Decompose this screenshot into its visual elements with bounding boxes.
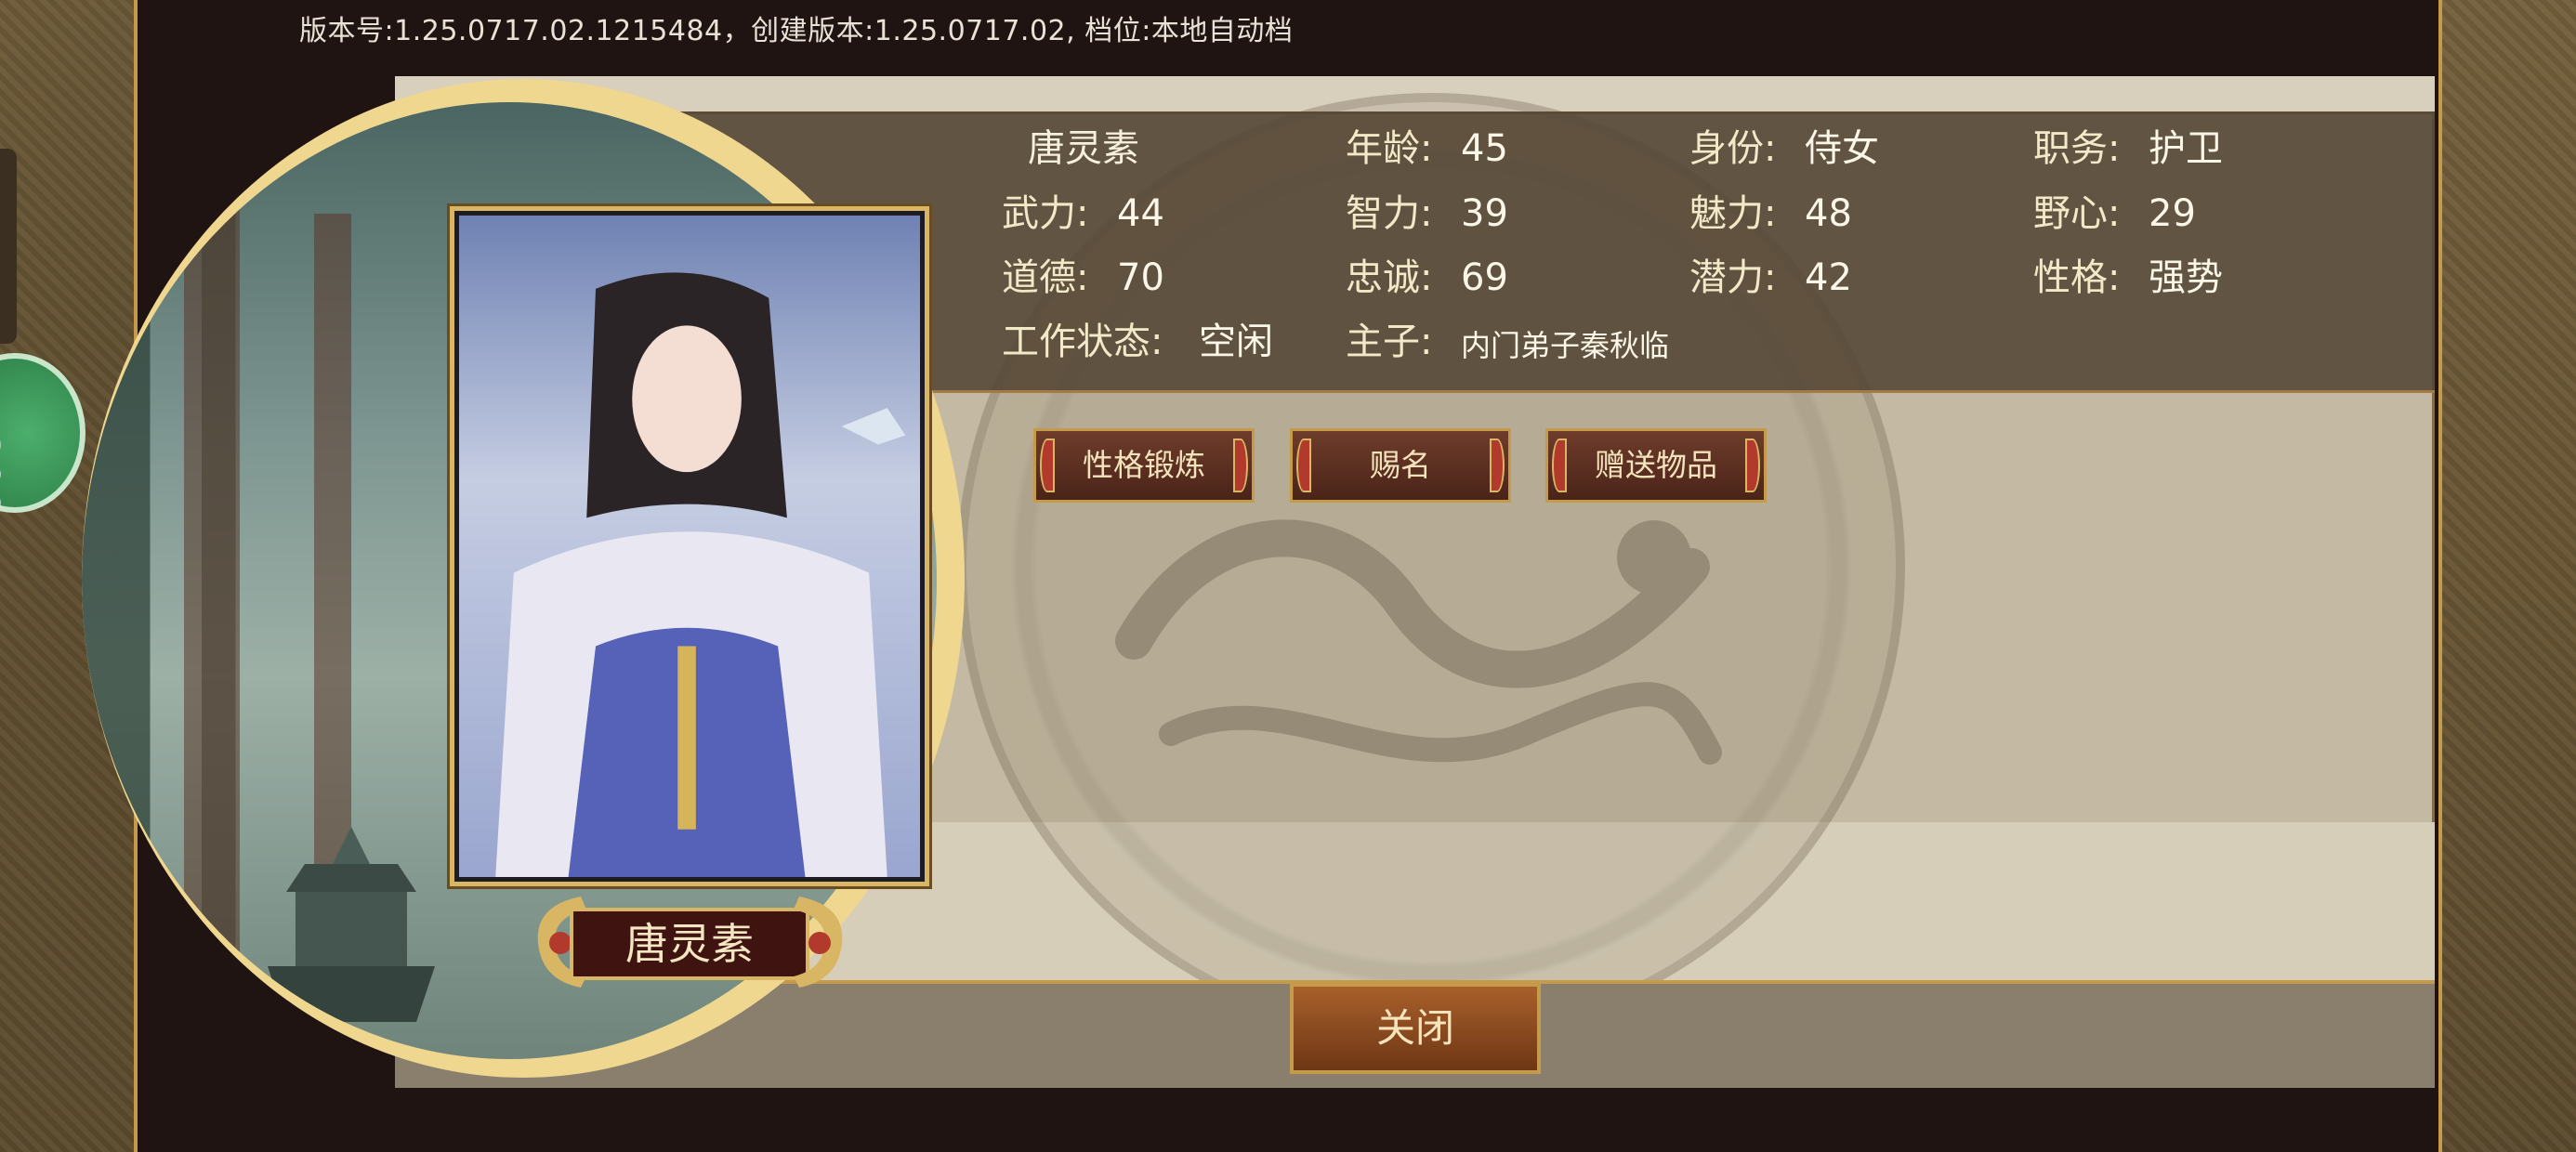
portrait-frame — [450, 206, 929, 886]
side-badge-text: 1200 — [0, 403, 7, 517]
personality-label: 性格: — [2033, 256, 2121, 299]
train-personality-button[interactable]: 性格锻炼 — [1033, 428, 1255, 503]
duty-value: 护卫 — [2149, 127, 2223, 170]
name-plate-text: 唐灵素 — [625, 919, 754, 969]
charm-label: 魅力: — [1689, 192, 1777, 235]
intellect-label: 智力: — [1346, 192, 1433, 235]
loyalty-value: 69 — [1461, 256, 1508, 299]
character-portrait — [459, 216, 920, 877]
ambition-label: 野心: — [2033, 192, 2121, 235]
force-value: 44 — [1117, 192, 1164, 235]
character-portrait-icon — [459, 216, 920, 877]
duty-label: 职务: — [2033, 127, 2121, 170]
plate-right-ornament-icon — [794, 897, 843, 988]
force-label: 武力: — [1002, 192, 1089, 235]
morality-label: 道德: — [1002, 256, 1089, 299]
personality-value: 强势 — [2149, 256, 2223, 299]
incense-burner-icon — [268, 827, 435, 1022]
charm-value: 48 — [1805, 192, 1852, 235]
close-button[interactable]: 关闭 — [1290, 983, 1541, 1074]
identity-value: 侍女 — [1805, 127, 1879, 170]
age-label: 年龄: — [1346, 127, 1433, 170]
side-tab[interactable] — [0, 149, 17, 344]
work-status-value: 空闲 — [1199, 321, 1273, 363]
ambition-value: 29 — [2149, 192, 2196, 235]
age-value: 45 — [1461, 127, 1508, 170]
character-name: 唐灵素 — [1028, 127, 1139, 170]
identity-label: 身份: — [1689, 127, 1777, 170]
potential-value: 42 — [1805, 256, 1852, 299]
gift-items-button[interactable]: 赠送物品 — [1545, 428, 1767, 503]
master-label: 主子: — [1346, 321, 1433, 363]
work-status-label: 工作状态: — [1002, 321, 1163, 363]
morality-value: 70 — [1117, 256, 1164, 299]
intellect-value: 39 — [1461, 192, 1508, 235]
potential-label: 潜力: — [1689, 256, 1777, 299]
bestow-name-button[interactable]: 赐名 — [1290, 428, 1511, 503]
name-plate: 唐灵素 — [525, 887, 855, 997]
loyalty-label: 忠诚: — [1346, 256, 1433, 299]
master-value: 内门弟子秦秋临 — [1461, 328, 1670, 363]
version-info: 版本号:1.25.0717.02.1215484，创建版本:1.25.0717.… — [299, 15, 1294, 47]
